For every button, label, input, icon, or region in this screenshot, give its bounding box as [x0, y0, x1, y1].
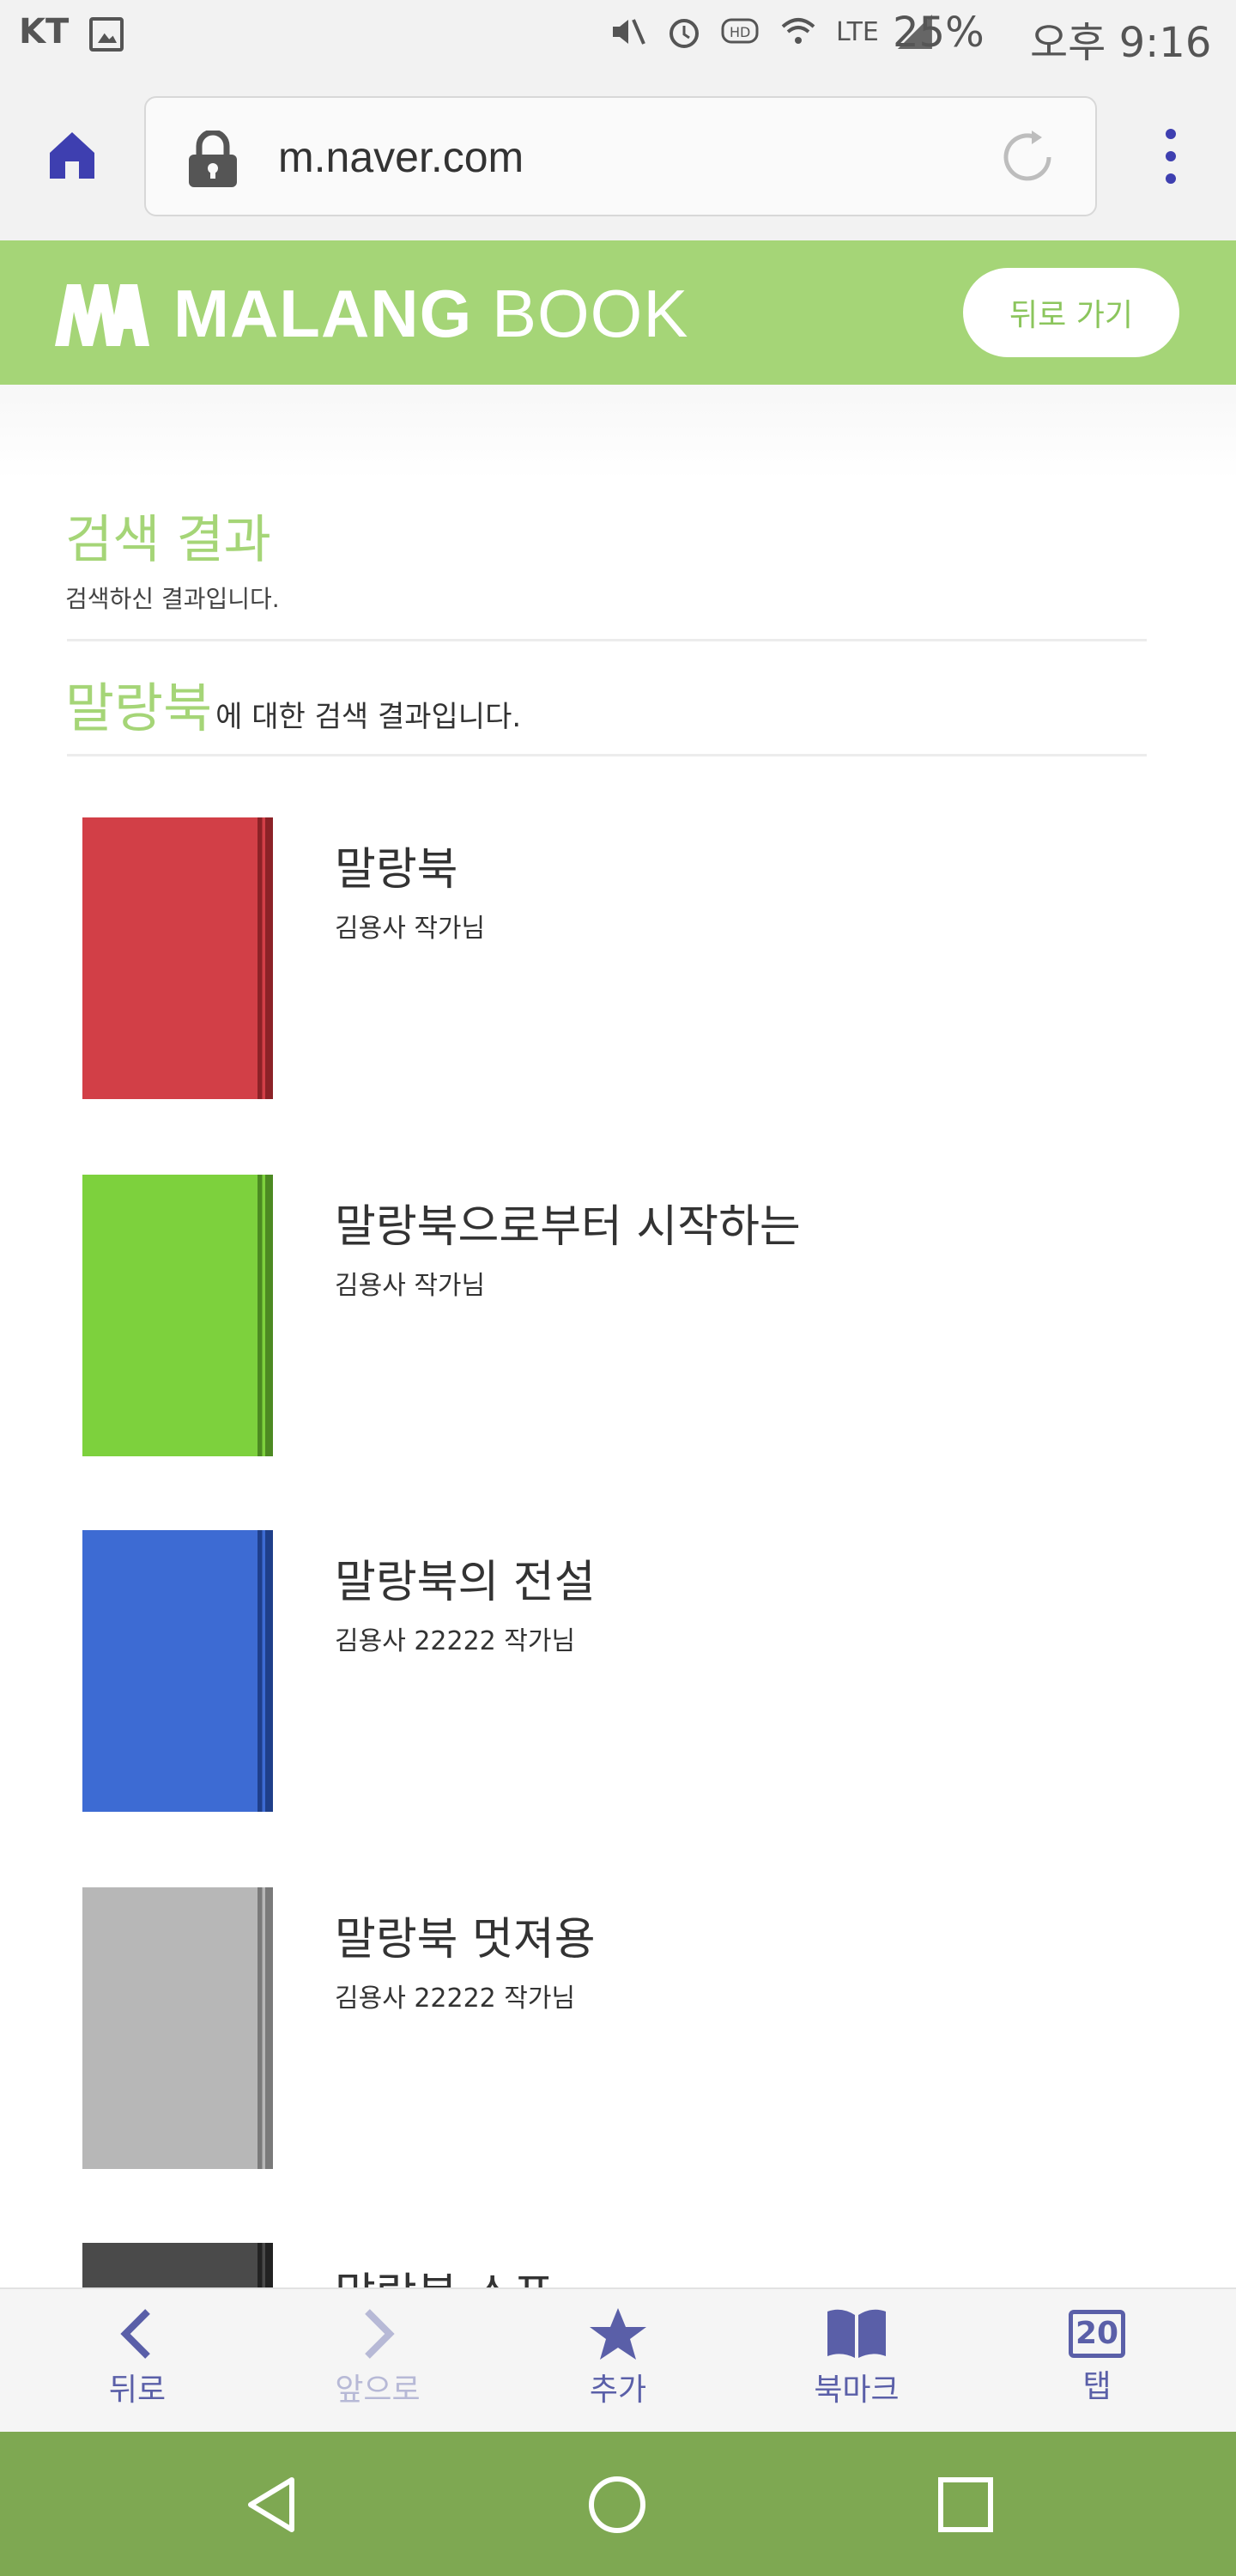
divider [67, 639, 1147, 641]
alarm-icon [670, 19, 699, 48]
home-icon[interactable] [45, 127, 100, 182]
header-shadow [0, 385, 1236, 479]
book-cover[interactable] [82, 1175, 273, 1456]
address-bar[interactable]: m.naver.com [144, 96, 1097, 216]
hd-icon: HD [721, 18, 759, 44]
book-title[interactable]: 말랑북으로부터 시작하는 [335, 1190, 801, 1255]
network-type: LTE [836, 16, 879, 47]
browser-bar: m.naver.com [0, 72, 1236, 240]
nav-back-icon[interactable] [242, 2475, 302, 2535]
book-author: 김용사 22222 작가님 [335, 1984, 576, 2014]
more-menu-icon[interactable] [1159, 125, 1183, 187]
back-button[interactable]: 뒤로 가기 [963, 268, 1179, 357]
book-item[interactable]: 말랑북으로부터 시작하는 김용사 작가님 [0, 1175, 1236, 1458]
logo-mark-icon [55, 284, 149, 346]
nav-home-icon[interactable] [587, 2475, 647, 2535]
gallery-icon [89, 17, 124, 52]
book-item[interactable]: 말랑북 김용사 작가님 [0, 817, 1236, 1101]
tab-count: 20 [1069, 2310, 1125, 2358]
browser-toolbar: 뒤로 앞으로 추가 북마크 20 탭 [0, 2287, 1236, 2432]
query-suffix: 에 대한 검색 결과입니다. [215, 700, 522, 734]
logo-text-bold: MALANG [173, 275, 473, 351]
query-line: 말랑북 에 대한 검색 결과입니다. [65, 665, 521, 742]
svg-text:HD: HD [730, 24, 750, 40]
chevron-right-icon [365, 2309, 395, 2359]
divider [67, 754, 1147, 756]
nav-recents-icon[interactable] [936, 2475, 996, 2535]
page-subtitle: 검색하신 결과입니다. [65, 585, 280, 613]
toolbar-forward-label: 앞으로 [335, 2372, 421, 2408]
battery-level: 25% [893, 9, 985, 57]
toolbar-bookmarks-label: 북마크 [814, 2372, 900, 2408]
toolbar-add-button[interactable]: 추가 [532, 2306, 704, 2427]
status-bar: KT HD LTE 25% 오후 9:16 [0, 0, 1236, 72]
app-header: MALANG BOOK 뒤로 가기 [0, 240, 1236, 385]
logo[interactable]: MALANG BOOK [55, 275, 689, 351]
toolbar-forward-button[interactable]: 앞으로 [292, 2306, 464, 2427]
logo-text-light: BOOK [491, 275, 689, 351]
reload-icon[interactable] [997, 127, 1057, 187]
book-author: 김용사 22222 작가님 [335, 1626, 576, 1656]
book-title[interactable]: 말랑북 멋져용 [335, 1903, 596, 1967]
url-text[interactable]: m.naver.com [278, 132, 524, 182]
clock: 오후 9:16 [1030, 19, 1212, 67]
book-open-icon [827, 2309, 886, 2358]
toolbar-bookmarks-button[interactable]: 북마크 [771, 2306, 942, 2427]
mute-icon [613, 19, 645, 45]
toolbar-tabs-button[interactable]: 20 탭 [1011, 2306, 1183, 2427]
toolbar-tabs-label: 탭 [1082, 2369, 1112, 2404]
chevron-left-icon [120, 2309, 150, 2359]
book-author: 김용사 작가님 [335, 914, 486, 944]
book-cover[interactable] [82, 1530, 273, 1812]
toolbar-back-label: 뒤로 [108, 2372, 167, 2408]
book-cover[interactable] [82, 1887, 273, 2169]
toolbar-add-label: 추가 [589, 2372, 647, 2408]
carrier-label: KT [19, 12, 70, 52]
toolbar-back-button[interactable]: 뒤로 [52, 2306, 223, 2427]
page-title: 검색 결과 [65, 510, 271, 570]
query-term: 말랑북 [65, 677, 213, 739]
book-cover[interactable] [82, 817, 273, 1099]
book-title[interactable]: 말랑북의 전설 [335, 1546, 596, 1610]
system-icons: HD LTE [609, 14, 932, 50]
lock-icon [189, 131, 237, 187]
book-item[interactable]: 말랑북의 전설 김용사 22222 작가님 [0, 1530, 1236, 1814]
system-nav-bar [0, 2432, 1236, 2576]
wifi-icon [781, 18, 815, 44]
book-author: 김용사 작가님 [335, 1271, 486, 1301]
star-icon [590, 2308, 646, 2360]
book-title[interactable]: 말랑북 [335, 833, 458, 897]
book-item[interactable]: 말랑북 멋져용 김용사 22222 작가님 [0, 1887, 1236, 2171]
